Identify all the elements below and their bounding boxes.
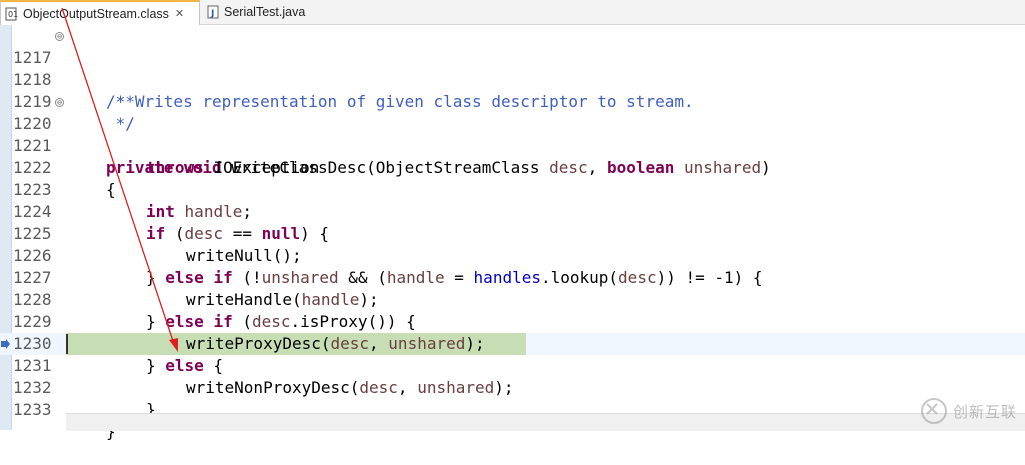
watermark: 创新互联 <box>920 398 1017 424</box>
code-line: 1229 writeProxyDesc(desc, unshared); <box>0 289 1025 353</box>
watermark-text: 创新互联 <box>952 402 1017 421</box>
code-line: 1234 <box>0 399 1025 413</box>
code-line: 1222 { <box>0 135 1025 199</box>
code-line: 1217 ⊖ /** <box>0 25 1025 111</box>
code-line: 1232 } <box>0 355 1025 419</box>
code-line: 1233 } <box>0 377 1025 441</box>
code-line: 1230 } else { <box>0 311 1025 375</box>
close-icon[interactable]: ✕ <box>175 7 184 20</box>
svg-text:J: J <box>210 9 214 19</box>
svg-text:01: 01 <box>8 10 18 19</box>
code-line: 1224 if (desc == null) { <box>0 179 1025 243</box>
debug-pointer-icon <box>1 339 10 349</box>
horizontal-scrollbar[interactable] <box>66 413 1025 431</box>
class-file-icon: 01 <box>5 7 19 21</box>
tab-label: SerialTest.java <box>224 5 306 19</box>
tab-label: ObjectOutputStream.class <box>23 6 169 21</box>
code-line: 1228 } else if (desc.isProxy()) { <box>0 267 1025 331</box>
code-editor[interactable]: 1217 ⊖ /** 1218 * Writes representation … <box>0 25 1025 441</box>
tab-objectoutputstream-class[interactable]: 01 ObjectOutputStream.class ✕ <box>0 0 200 25</box>
code-line: 1227 writeHandle(handle); <box>0 245 1025 309</box>
fold-collapse-icon[interactable]: ⊖ <box>55 32 64 41</box>
code-line: 1223 int handle; <box>0 157 1025 221</box>
fold-collapse-icon[interactable]: ⊖ <box>55 98 64 107</box>
code-line-current: 1231 writeNonProxyDesc(desc, unshared); <box>0 333 1025 397</box>
code-line: 1219 */ <box>0 69 1025 133</box>
code-line: 1226 } else if (!unshared && (handle = h… <box>0 223 1025 287</box>
editor-tab-bar: 01 ObjectOutputStream.class ✕ J SerialTe… <box>0 0 1025 25</box>
code-line: 1225 writeNull(); <box>0 201 1025 265</box>
code-line: 1221 throws IOException <box>0 113 1025 177</box>
code-line: 1220 ⊖ private void writeClassDesc(Objec… <box>0 91 1025 177</box>
java-file-icon: J <box>206 5 220 19</box>
company-logo-icon <box>920 398 947 424</box>
tab-serialtest-java[interactable]: J SerialTest.java <box>202 0 322 24</box>
code-line: 1218 * Writes representation of given cl… <box>0 47 1025 111</box>
